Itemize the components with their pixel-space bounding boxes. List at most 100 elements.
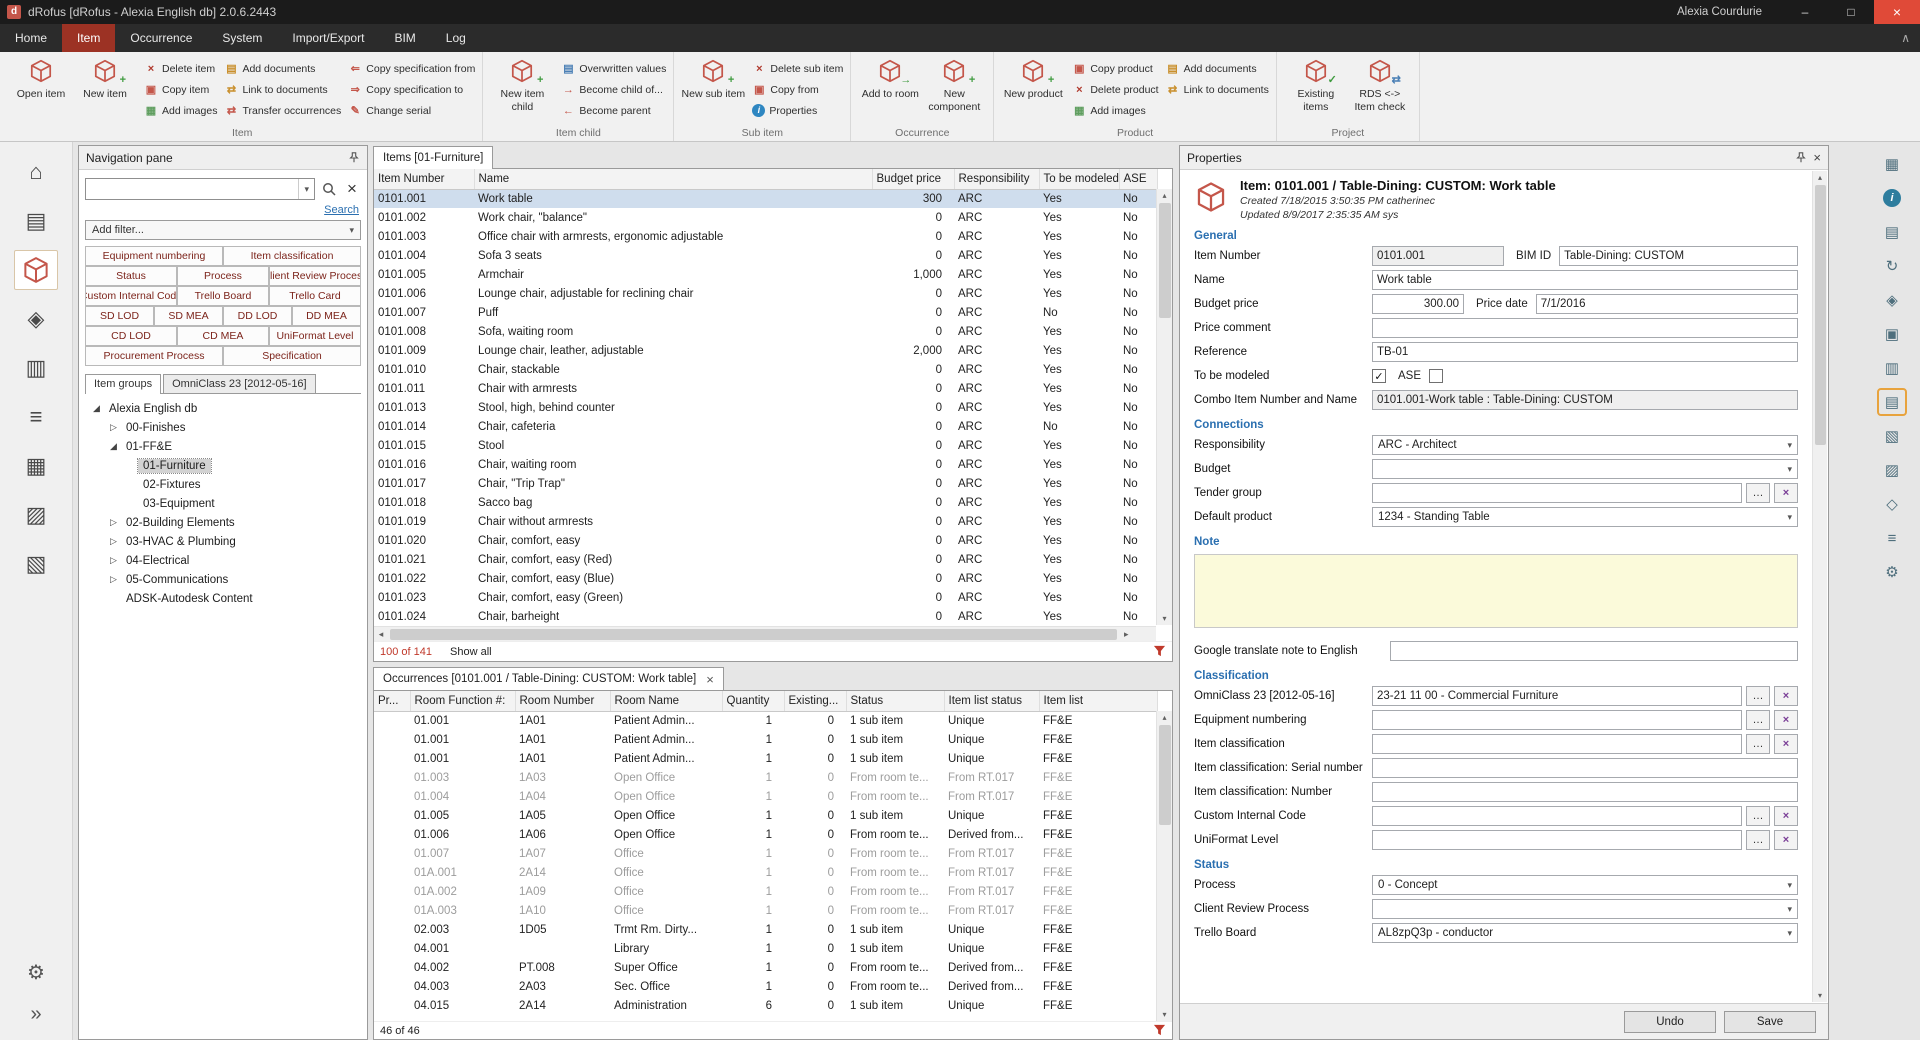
tab-items[interactable]: Items [01-Furniture] — [373, 146, 493, 169]
add-product-images-button[interactable]: ▦Add images — [1072, 103, 1158, 118]
item-classification-clear-button[interactable]: × — [1774, 734, 1798, 754]
change-serial-button[interactable]: ✎Change serial — [348, 103, 475, 118]
item-row[interactable]: 0101.021 Chair, comfort, easy (Red) 0 AR… — [374, 550, 1157, 569]
become-parent-button[interactable]: ←Become parent — [561, 103, 666, 118]
item-row[interactable]: 0101.009 Lounge chair, leather, adjustab… — [374, 341, 1157, 360]
copy-specification-to-button[interactable]: ⇒Copy specification to — [348, 82, 475, 97]
tab-item-groups[interactable]: Item groups — [85, 374, 161, 394]
custom-internal-code-clear-button[interactable]: × — [1774, 806, 1798, 826]
products-tab-icon[interactable]: ◈ — [1877, 286, 1907, 314]
add-product-documents-button[interactable]: ▤Add documents — [1166, 61, 1269, 76]
become-child-of-button[interactable]: →Become child of... — [561, 82, 666, 97]
budget-price-input[interactable] — [1372, 294, 1464, 314]
delete-sub-item-button[interactable]: ×Delete sub item — [752, 61, 843, 76]
col-room-number[interactable]: Room Number — [515, 691, 610, 711]
filter-chip[interactable]: Trello Board — [177, 286, 269, 306]
occurrence-row[interactable]: 04.015 2A14 Administration 6 0 1 sub ite… — [374, 996, 1157, 1015]
sub-item-properties-button[interactable]: iProperties — [752, 103, 843, 118]
items-vertical-scrollbar[interactable]: ▴ ▾ — [1156, 189, 1172, 625]
col-to-be-modeled[interactable]: To be modeled — [1039, 169, 1119, 189]
copy-product-button[interactable]: ▣Copy product — [1072, 61, 1158, 76]
item-row[interactable]: 0101.002 Work chair, "balance" 0 ARC Yes… — [374, 208, 1157, 227]
scroll-up-icon[interactable]: ▴ — [1157, 189, 1172, 202]
name-input[interactable] — [1372, 270, 1798, 290]
scroll-right-icon[interactable]: ▸ — [1119, 628, 1133, 641]
filter-chip[interactable]: CD LOD — [85, 326, 177, 346]
close-tab-icon[interactable]: × — [706, 672, 714, 687]
room-function-icon[interactable]: ▤ — [14, 201, 58, 241]
finance-icon[interactable]: ≡ — [14, 397, 58, 437]
room-matrix-icon[interactable]: ▦ — [14, 446, 58, 486]
item-row[interactable]: 0101.014 Chair, cafeteria 0 ARC No No — [374, 417, 1157, 436]
filter-chip[interactable]: SD MEA — [154, 306, 223, 326]
new-component-button[interactable]: + New component — [922, 55, 986, 113]
item-row[interactable]: 0101.022 Chair, comfort, easy (Blue) 0 A… — [374, 569, 1157, 588]
reference-input[interactable] — [1372, 342, 1798, 362]
copy-from-button[interactable]: ▣Copy from — [752, 82, 843, 97]
price-comment-input[interactable] — [1372, 318, 1798, 338]
history-tab-icon[interactable]: ⚙ — [1877, 558, 1907, 586]
item-data-icon[interactable]: ▤ — [1877, 218, 1907, 246]
scroll-down-icon[interactable]: ▾ — [1813, 989, 1827, 1002]
item-classification-serial-input[interactable] — [1372, 758, 1798, 778]
show-all-link[interactable]: Show all — [450, 646, 492, 658]
scrollbar-thumb[interactable] — [1159, 203, 1171, 318]
links-tab-icon[interactable]: ◇ — [1877, 490, 1907, 518]
col-item-list[interactable]: Item list — [1039, 691, 1157, 711]
scroll-up-icon[interactable]: ▴ — [1157, 711, 1172, 724]
col-name[interactable]: Name — [474, 169, 872, 189]
col-status[interactable]: Status — [846, 691, 944, 711]
filter-chip[interactable]: Status — [85, 266, 177, 286]
occurrences-tab-icon[interactable]: ▣ — [1877, 320, 1907, 348]
copy-specification-from-button[interactable]: ⇐Copy specification from — [348, 61, 475, 76]
item-number-input[interactable] — [1372, 246, 1504, 266]
products-icon[interactable]: ◈ — [14, 299, 58, 339]
occurrence-row[interactable]: 01.003 1A03 Open Office 1 0 From room te… — [374, 768, 1157, 787]
omniclass-clear-button[interactable]: × — [1774, 686, 1798, 706]
maximize-button[interactable]: □ — [1828, 0, 1874, 24]
tree-item[interactable]: 03-Equipment — [85, 494, 361, 513]
item-row[interactable]: 0101.018 Sacco bag 0 ARC Yes No — [374, 493, 1157, 512]
filter-chip[interactable]: Item classification — [223, 246, 361, 266]
tab-occurrences[interactable]: Occurrences [0101.001 / Table-Dining: CU… — [373, 667, 724, 690]
item-row[interactable]: 0101.005 Armchair 1,000 ARC Yes No — [374, 265, 1157, 284]
item-row[interactable]: 0101.023 Chair, comfort, easy (Green) 0 … — [374, 588, 1157, 607]
tree-item[interactable]: ▷ 02-Building Elements — [85, 513, 361, 532]
filter-chip[interactable]: Equipment numbering — [85, 246, 223, 266]
occurrence-row[interactable]: 01.001 1A01 Patient Admin... 1 0 1 sub i… — [374, 730, 1157, 749]
tree-expander-icon[interactable]: ▷ — [106, 517, 121, 528]
expand-rail-icon[interactable]: » — [30, 1003, 41, 1026]
documents-tab-icon[interactable]: ▤ — [1877, 388, 1907, 416]
tree-item[interactable]: ▷ 04-Electrical — [85, 551, 361, 570]
items-horizontal-scrollbar[interactable]: ◂ ▸ — [374, 626, 1156, 641]
occurrence-row[interactable]: 01A.003 1A10 Office 1 0 From room te... … — [374, 901, 1157, 920]
google-translate-input[interactable] — [1390, 641, 1798, 661]
info-icon[interactable]: i — [1877, 184, 1907, 212]
occurrence-row[interactable]: 04.002 PT.008 Super Office 1 0 From room… — [374, 958, 1157, 977]
filter-icon[interactable] — [1153, 1024, 1166, 1037]
close-button[interactable]: × — [1874, 0, 1920, 24]
occurrences-vertical-scrollbar[interactable]: ▴ ▾ — [1156, 711, 1172, 1021]
scroll-left-icon[interactable]: ◂ — [374, 628, 388, 641]
tree-item[interactable]: 01-Furniture — [85, 456, 361, 475]
item-row[interactable]: 0101.008 Sofa, waiting room 0 ARC Yes No — [374, 322, 1157, 341]
omniclass-input[interactable] — [1372, 686, 1742, 706]
note-textarea[interactable] — [1194, 554, 1798, 628]
default-product-dropdown[interactable]: 1234 - Standing Table▾ — [1372, 507, 1798, 527]
rooms-icon[interactable]: ⌂ — [14, 152, 58, 192]
to-be-modeled-checkbox[interactable]: ✓ — [1372, 369, 1386, 383]
occurrence-row[interactable]: 01.001 1A01 Patient Admin... 1 0 1 sub i… — [374, 711, 1157, 730]
equipment-numbering-clear-button[interactable]: × — [1774, 710, 1798, 730]
col-budget-price[interactable]: Budget price — [872, 169, 954, 189]
price-date-input[interactable] — [1536, 294, 1798, 314]
menu-tab[interactable]: Home — [0, 24, 62, 52]
bim-id-input[interactable] — [1559, 246, 1798, 266]
properties-scrollbar[interactable]: ▴ ▾ — [1812, 171, 1827, 1002]
tree-item[interactable]: ◢ 01-FF&E — [85, 437, 361, 456]
item-row[interactable]: 0101.007 Puff 0 ARC No No — [374, 303, 1157, 322]
occurrence-row[interactable]: 01.004 1A04 Open Office 1 0 From room te… — [374, 787, 1157, 806]
tree-expander-icon[interactable]: ▷ — [106, 422, 121, 433]
components-tab-icon[interactable]: ≡ — [1877, 524, 1907, 552]
tree-item[interactable]: ▷ 03-HVAC & Plumbing — [85, 532, 361, 551]
undo-button[interactable]: Undo — [1624, 1011, 1716, 1033]
